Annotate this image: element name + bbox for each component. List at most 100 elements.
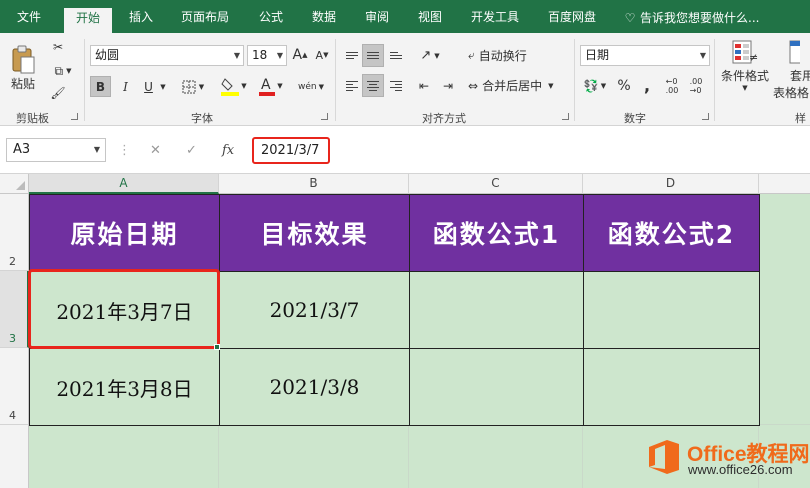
middle-align-button[interactable]	[362, 44, 384, 67]
merge-center-icon: ⇔	[468, 78, 479, 93]
font-dialog-launcher-icon[interactable]	[321, 113, 328, 120]
align-middle-icon	[367, 52, 379, 59]
row-header-4[interactable]: 4	[0, 348, 29, 425]
accounting-format-button[interactable]: 💱 ▼	[580, 75, 610, 96]
formula-input[interactable]: 2021/3/7	[252, 137, 330, 164]
cell-b4[interactable]: 2021/3/8	[219, 348, 410, 426]
bold-button[interactable]: B	[90, 76, 111, 97]
name-box-value: A3	[13, 142, 31, 157]
wrap-text-label: 自动换行	[478, 49, 527, 63]
merge-center-button[interactable]: ⇔ 合并后居中 ▼	[468, 75, 566, 96]
row-header-3[interactable]: 3	[0, 271, 29, 348]
italic-button[interactable]: I	[115, 76, 136, 97]
styles-group-label: 样	[795, 112, 806, 125]
cut-icon[interactable]: ✂	[48, 38, 68, 56]
tell-me-box[interactable]: ♡ 告诉我您想要做什么...	[624, 9, 760, 26]
cell-c4[interactable]	[409, 348, 584, 426]
font-color-button[interactable]: A ▼	[255, 74, 287, 97]
select-all-corner[interactable]	[0, 174, 29, 194]
svg-text:≠: ≠	[749, 51, 758, 64]
align-center-button[interactable]	[362, 74, 384, 97]
phonetic-guide-button[interactable]: wén ▼	[297, 76, 325, 97]
decrease-indent-button[interactable]: ⇤	[414, 75, 434, 96]
column-header-a[interactable]: A	[29, 174, 219, 194]
paste-label: 粘贴	[10, 76, 35, 91]
header-cell-target-effect[interactable]: 目标效果	[219, 194, 410, 272]
svg-text:A: A	[261, 77, 271, 93]
paste-icon	[12, 45, 35, 73]
font-group-label: 字体	[191, 112, 213, 125]
tab-baidu-netdisk[interactable]: 百度网盘	[548, 9, 596, 25]
office-logo-icon	[649, 440, 679, 474]
align-right-button[interactable]	[386, 75, 406, 96]
cell-c3[interactable]	[409, 271, 584, 349]
number-group-label: 数字	[624, 112, 646, 125]
underline-dropdown-icon[interactable]: ▼	[158, 76, 168, 97]
fill-handle[interactable]	[214, 344, 220, 350]
format-as-table-button[interactable]: 套用 表格格	[773, 37, 810, 105]
column-header-e[interactable]	[759, 174, 810, 194]
number-dialog-launcher-icon[interactable]	[702, 113, 709, 120]
tab-insert[interactable]: 插入	[129, 9, 153, 25]
decrease-decimal-button[interactable]: .00 →0	[686, 75, 706, 96]
header-cell-original-date[interactable]: 原始日期	[29, 194, 220, 272]
borders-button[interactable]: ▼	[177, 76, 209, 97]
insert-function-icon[interactable]: fx	[222, 143, 234, 158]
data-table: 原始日期 目标效果 函数公式1 函数公式2 2021年3月7日 2021/3/7…	[29, 194, 760, 426]
shrink-font-button[interactable]: A ▼	[313, 45, 331, 65]
header-cell-formula-1[interactable]: 函数公式1	[409, 194, 584, 272]
enter-icon[interactable]: ✓	[186, 143, 197, 158]
fill-color-button[interactable]: ▼	[218, 74, 250, 97]
chevron-down-icon: ▼	[699, 51, 706, 60]
font-name-combo[interactable]: 幼圆 ▼	[90, 45, 244, 66]
header-cell-formula-2[interactable]: 函数公式2	[583, 194, 760, 272]
row-header-2[interactable]: 2	[0, 194, 29, 271]
table-row: 2021年3月7日 2021/3/7	[29, 271, 760, 349]
tab-page-layout[interactable]: 页面布局	[181, 9, 229, 25]
name-box[interactable]: A3 ▼	[6, 138, 106, 162]
tab-review[interactable]: 审阅	[365, 9, 389, 25]
paste-button[interactable]: 粘贴	[6, 39, 40, 97]
cell-a4[interactable]: 2021年3月8日	[29, 348, 220, 426]
wrap-text-button[interactable]: ⤶ 自动换行	[468, 45, 540, 66]
tab-view[interactable]: 视图	[418, 9, 442, 25]
grow-font-button[interactable]: A ▲	[291, 45, 309, 65]
copy-icon[interactable]: ⧉ ▼	[48, 62, 78, 80]
clipboard-dialog-launcher-icon[interactable]	[71, 113, 78, 120]
group-divider	[714, 39, 715, 121]
group-divider	[335, 39, 336, 121]
merge-center-label: 合并后居中	[482, 79, 543, 93]
bottom-align-button[interactable]	[386, 45, 406, 66]
orientation-button[interactable]: ↗ ▼	[414, 45, 446, 66]
alignment-dialog-launcher-icon[interactable]	[562, 113, 569, 120]
tab-home[interactable]: 开始	[64, 8, 113, 33]
cell-a3[interactable]: 2021年3月7日	[29, 271, 220, 349]
comma-style-button[interactable]: ,	[638, 75, 656, 96]
percent-button[interactable]: %	[614, 75, 634, 96]
align-bottom-icon	[390, 52, 402, 59]
row-header-5[interactable]	[0, 425, 29, 488]
increase-indent-button[interactable]: ⇥	[438, 75, 458, 96]
increase-decimal-button[interactable]: ←0.00	[662, 75, 682, 96]
ribbon-tab-bar: 文件 开始 插入 页面布局 公式 数据 审阅 视图 开发工具 百度网盘 ♡ 告诉我…	[0, 0, 810, 33]
number-format-combo[interactable]: 日期 ▼	[580, 45, 710, 66]
column-header-c[interactable]: C	[409, 174, 583, 194]
underline-button[interactable]: U	[138, 76, 159, 97]
cancel-icon[interactable]: ✕	[150, 143, 161, 158]
top-align-button[interactable]	[342, 45, 362, 66]
shrink-font-icon: A	[315, 48, 324, 62]
format-painter-icon[interactable]: 🖌	[48, 84, 68, 102]
align-left-button[interactable]	[342, 75, 362, 96]
font-size-combo[interactable]: 18 ▼	[247, 45, 287, 66]
currency-icon: 💱	[583, 78, 599, 93]
tab-file[interactable]: 文件	[17, 9, 41, 25]
cell-d4[interactable]	[583, 348, 760, 426]
cell-b3[interactable]: 2021/3/7	[219, 271, 410, 349]
tab-formulas[interactable]: 公式	[259, 9, 283, 25]
cell-d3[interactable]	[583, 271, 760, 349]
tab-developer[interactable]: 开发工具	[471, 9, 519, 25]
conditional-format-button[interactable]: ≠ 条件格式 ▼	[719, 37, 771, 105]
column-header-b[interactable]: B	[219, 174, 409, 194]
tab-data[interactable]: 数据	[312, 9, 336, 25]
column-header-d[interactable]: D	[583, 174, 759, 194]
